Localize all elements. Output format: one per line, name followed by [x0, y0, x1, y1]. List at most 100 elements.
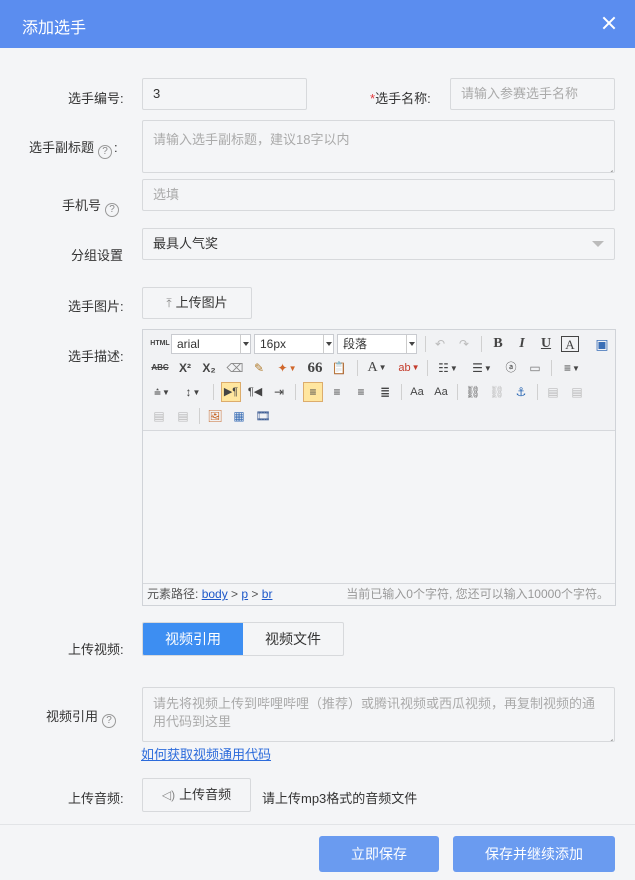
blockquote-icon[interactable]: 66 — [305, 358, 325, 378]
element-path: 元素路径: body > p > br — [147, 587, 273, 601]
image-center-icon[interactable]: ▤ — [173, 406, 193, 426]
resize-handle-icon[interactable] — [605, 163, 613, 171]
tab-video-file[interactable]: 视频文件 — [243, 623, 343, 655]
char-count: 当前已输入0个字符, 您还可以输入10000个字符。 — [346, 587, 609, 601]
upload-audio-button[interactable]: ◁) 上传音频 — [142, 778, 251, 812]
direction-rtl-icon[interactable]: ¶◀ — [245, 382, 265, 402]
row-spacing-top-icon[interactable]: ⩮▼ — [149, 382, 175, 402]
subtitle-label-text: 选手副标题 — [29, 140, 95, 155]
help-icon[interactable]: ? — [102, 714, 117, 728]
group-select[interactable]: 最具人气奖 — [142, 228, 615, 260]
dialog-title: 添加选手 — [22, 20, 87, 37]
insert-video-icon[interactable]: 🎞 — [253, 406, 273, 426]
video-ref-label: 视频引用? — [46, 706, 118, 728]
audio-label: 上传音频: — [68, 791, 124, 806]
format-brush-icon[interactable]: ✎ — [249, 358, 269, 378]
toolbar-row-2: ABC X² X₂ ⌫ ✎ ✦▼ 66 📋 A▼ ab▼ ☷▼ ☰▼ ⓐ ▭ ≡… — [149, 358, 615, 378]
line-height-icon[interactable]: ≡▼ — [557, 358, 587, 378]
help-icon[interactable]: ? — [105, 203, 120, 217]
source-code-icon[interactable]: HTML — [149, 334, 171, 354]
help-icon[interactable]: ? — [98, 145, 113, 159]
upload-icon: ⤒ — [166, 296, 172, 310]
align-justify-icon[interactable]: ≣ — [375, 382, 395, 402]
direction-ltr-icon[interactable]: ▶¶ — [221, 382, 241, 402]
align-right-icon[interactable]: ≡ — [351, 382, 371, 402]
element-path-label: 元素路径: — [147, 587, 199, 601]
row-spacing-bottom-icon[interactable]: ↕▼ — [179, 382, 207, 402]
underline-icon[interactable]: U — [537, 334, 555, 354]
dialog-footer: 立即保存 保存并继续添加 — [0, 824, 635, 880]
superscript-icon[interactable]: X² — [175, 358, 195, 378]
bold-icon[interactable]: B — [489, 334, 507, 354]
subtitle-label: 选手副标题?: — [29, 137, 118, 159]
description-label: 选手描述: — [68, 349, 124, 364]
redo-icon[interactable]: ↷ — [455, 334, 473, 354]
font-family-select[interactable]: arial — [171, 334, 251, 354]
ordered-list-icon[interactable]: ☷▼ — [433, 358, 463, 378]
font-border-icon[interactable]: A — [561, 336, 579, 352]
path-p-link[interactable]: p — [241, 587, 248, 601]
unordered-list-icon[interactable]: ☰▼ — [467, 358, 497, 378]
chevron-down-icon — [240, 335, 250, 353]
to-uppercase-icon[interactable]: Aa — [407, 382, 427, 402]
name-input[interactable]: 请输入参赛选手名称 — [450, 78, 615, 110]
group-label: 分组设置 — [71, 248, 124, 263]
editor-content-area[interactable] — [143, 432, 615, 584]
indent-icon[interactable]: ⇥ — [269, 382, 289, 402]
auto-format-icon[interactable]: ✦▼ — [273, 358, 301, 378]
close-icon[interactable] — [599, 12, 619, 34]
undo-icon[interactable]: ↶ — [431, 334, 449, 354]
group-selected-value: 最具人气奖 — [153, 236, 219, 251]
toolbar-row-1: HTML arial 16px 段落 ↶ ↷ B I U A ▣ — [149, 334, 615, 354]
phone-input[interactable]: 选填 — [142, 179, 615, 211]
link-icon[interactable]: ⛓ — [463, 382, 483, 402]
number-input[interactable]: 3 — [142, 78, 307, 110]
anchor-icon[interactable]: ⚓ — [511, 382, 531, 402]
subscript-icon[interactable]: X₂ — [199, 358, 219, 378]
toolbar-divider — [295, 384, 296, 400]
save-button[interactable]: 立即保存 — [319, 836, 439, 872]
toolbar-divider — [425, 336, 426, 352]
toolbar-divider — [401, 384, 402, 400]
toolbar-divider — [551, 360, 552, 376]
insert-table-icon[interactable]: ▦ — [229, 406, 249, 426]
video-ref-label-text: 视频引用 — [46, 709, 99, 724]
insert-image-icon[interactable]: 🖼 — [205, 406, 225, 426]
toolbar-divider — [213, 384, 214, 400]
upload-audio-label: 上传音频 — [179, 787, 232, 802]
resize-handle-icon[interactable] — [605, 732, 613, 740]
image-none-icon[interactable]: ▤ — [543, 382, 563, 402]
video-code-help-link[interactable]: 如何获取视频通用代码 — [141, 744, 271, 763]
highlight-color-icon[interactable]: ab▼ — [395, 358, 423, 378]
audio-hint: 请上传mp3格式的音频文件 — [262, 791, 418, 806]
italic-icon[interactable]: I — [513, 334, 531, 354]
number-label: 选手编号: — [68, 91, 124, 106]
video-source-tabs: 视频引用 视频文件 — [142, 622, 344, 656]
chevron-down-icon — [323, 335, 333, 353]
unlink-icon[interactable]: ⛓ — [487, 382, 507, 402]
image-left-icon[interactable]: ▤ — [567, 382, 587, 402]
align-center-icon[interactable]: ≡ — [327, 382, 347, 402]
eraser-icon[interactable]: ⌫ — [225, 358, 245, 378]
name-label: *选手名称: — [370, 88, 431, 107]
font-color-icon[interactable]: A▼ — [363, 358, 391, 378]
upload-image-button[interactable]: ⤒ 上传图片 — [142, 287, 252, 319]
save-and-continue-button[interactable]: 保存并继续添加 — [453, 836, 615, 872]
tab-video-reference[interactable]: 视频引用 — [143, 623, 243, 655]
insert-anchor-text-icon[interactable]: ⓐ — [501, 358, 521, 378]
preview-icon[interactable]: ▣ — [593, 334, 611, 354]
path-br-link[interactable]: br — [262, 587, 273, 601]
paragraph-select[interactable]: 段落 — [337, 334, 417, 354]
image-right-icon[interactable]: ▤ — [149, 406, 169, 426]
align-left-icon[interactable]: ≡ — [303, 382, 323, 402]
video-ref-textarea[interactable]: 请先将视频上传到哔哩哔哩（推荐）或腾讯视频或西瓜视频，再复制视频的通用代码到这里 — [142, 687, 615, 742]
path-body-link[interactable]: body — [202, 587, 228, 601]
strikethrough-icon[interactable]: ABC — [149, 358, 171, 378]
page-break-icon[interactable]: ▭ — [525, 358, 545, 378]
paste-plain-icon[interactable]: 📋 — [329, 358, 349, 378]
subtitle-textarea[interactable]: 请输入选手副标题，建议18字以内 — [142, 120, 615, 173]
video-ref-placeholder: 请先将视频上传到哔哩哔哩（推荐）或腾讯视频或西瓜视频，再复制视频的通用代码到这里 — [153, 696, 596, 729]
to-lowercase-icon[interactable]: Aa — [431, 382, 451, 402]
paragraph-value: 段落 — [343, 337, 368, 351]
font-size-select[interactable]: 16px — [254, 334, 334, 354]
